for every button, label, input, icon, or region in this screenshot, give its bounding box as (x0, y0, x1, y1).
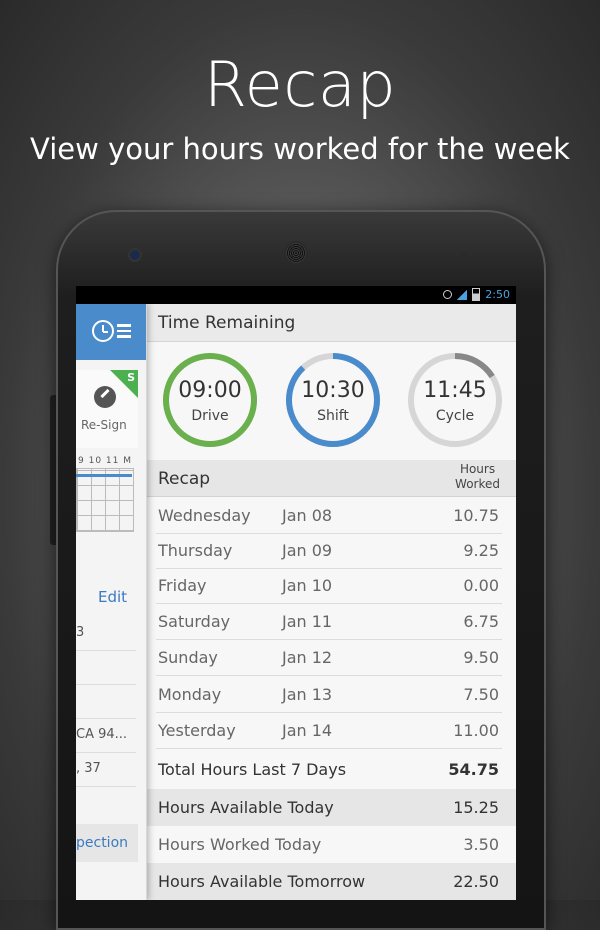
log-grid-bar (76, 474, 132, 477)
summary-value: 22.50 (453, 872, 499, 891)
recap-hours: 6.75 (463, 612, 499, 631)
gauge-label: Drive (191, 408, 229, 424)
recap-row: Saturday Jan 11 6.75 (146, 604, 516, 640)
drive-gauge: 09:00 Drive (160, 350, 260, 450)
recap-header: Recap Hours Worked (146, 460, 516, 497)
edit-link[interactable]: Edit (98, 588, 127, 606)
main-panel: Time Remaining 09:00 Drive 10:30 Shift 1… (146, 304, 516, 900)
drawer-row (76, 650, 136, 685)
recap-date: Jan 12 (282, 648, 333, 667)
cycle-gauge: 11:45 Cycle (405, 350, 505, 450)
gauge-time: 09:00 (178, 378, 242, 403)
recap-day: Yesterday (158, 721, 236, 740)
recap-hours: 9.50 (463, 648, 499, 667)
recap-date: Jan 11 (282, 612, 333, 631)
summary-label: Hours Available Today (158, 798, 334, 817)
summary-value: 15.25 (453, 798, 499, 817)
recap-day: Thursday (158, 541, 233, 560)
total-hours-row: Total Hours Last 7 Days 54.75 (146, 751, 516, 788)
recap-hours: 10.75 (453, 506, 499, 525)
hours-worked-label-line1: Hours (459, 462, 496, 476)
inspection-item[interactable]: pection (76, 824, 138, 862)
recap-date: Jan 09 (282, 541, 333, 560)
recap-hours: 11.00 (453, 721, 499, 740)
log-grid (76, 468, 134, 532)
recap-day: Saturday (158, 612, 231, 631)
drawer-row: , 37 (76, 752, 136, 787)
summary-value: 3.50 (463, 835, 499, 854)
summary-label: Total Hours Last 7 Days (158, 760, 347, 779)
alarm-icon (443, 290, 453, 299)
clock-icon (92, 320, 114, 342)
promo-subtitle: View your hours worked for the week (30, 132, 570, 166)
hours-worked-today-row: Hours Worked Today 3.50 (146, 826, 516, 863)
recap-date: Jan 10 (282, 576, 333, 595)
pen-icon (94, 386, 116, 408)
promo-title: Recap (203, 48, 397, 121)
recap-day: Monday (158, 685, 222, 704)
signal-icon (457, 289, 468, 300)
proximity-sensor (460, 252, 467, 259)
recap-title: Recap (158, 469, 211, 489)
recap-date: Jan 08 (282, 506, 333, 525)
status-badge-letter: S (127, 371, 135, 384)
log-grid-hours: 9 10 11 M (78, 456, 132, 466)
resign-button[interactable]: S Re-Sign (76, 370, 138, 448)
recap-date: Jan 14 (282, 721, 333, 740)
resign-label: Re-Sign (81, 418, 127, 432)
hours-available-today-row: Hours Available Today 15.25 (146, 789, 516, 826)
drawer-header[interactable] (76, 304, 146, 360)
recap-hours: 0.00 (463, 576, 499, 595)
recap-row: Monday Jan 13 7.50 (146, 677, 516, 713)
recap-day: Friday (158, 576, 207, 595)
shift-gauge: 10:30 Shift (283, 350, 383, 450)
time-remaining-header: Time Remaining (146, 304, 516, 342)
status-bar: 2:50 (76, 286, 516, 304)
recap-date: Jan 13 (282, 685, 333, 704)
phone-screen: 2:50 S Re-Sign 9 10 11 M Edit 3 CA 94...… (76, 286, 516, 900)
side-drawer: S Re-Sign 9 10 11 M Edit 3 CA 94... , 37… (76, 304, 147, 900)
front-camera-icon (130, 250, 140, 260)
summary-value: 54.75 (448, 760, 499, 779)
hours-available-tomorrow-row: Hours Available Tomorrow 22.50 (146, 863, 516, 900)
recap-day: Wednesday (158, 506, 251, 525)
drawer-row: 3 (76, 616, 136, 651)
recap-row: Friday Jan 10 0.00 (146, 568, 516, 604)
recap-row: Yesterday Jan 14 11.00 (146, 713, 516, 749)
recap-hours: 7.50 (463, 685, 499, 704)
recap-row: Sunday Jan 12 9.50 (146, 640, 516, 676)
list-icon (117, 324, 131, 341)
recap-day: Sunday (158, 648, 218, 667)
drawer-row: CA 94... (76, 718, 136, 753)
hours-worked-label-line2: Worked (455, 477, 500, 491)
summary-label: Hours Available Tomorrow (158, 872, 366, 891)
hours-worked-column-header: Hours Worked (455, 462, 500, 492)
recap-row: Wednesday Jan 08 10.75 (146, 498, 516, 534)
recap-row: Thursday Jan 09 9.25 (146, 533, 516, 569)
recap-hours: 9.25 (463, 541, 499, 560)
battery-icon (472, 288, 481, 301)
drawer-row (76, 684, 136, 719)
gauge-time: 11:45 (423, 378, 487, 403)
gauge-label: Shift (317, 408, 349, 424)
gauge-label: Cycle (435, 408, 475, 424)
summary-label: Hours Worked Today (158, 835, 322, 854)
gauge-time: 10:30 (301, 378, 365, 403)
status-time: 2:50 (485, 288, 510, 301)
earpiece-speaker (286, 243, 306, 263)
